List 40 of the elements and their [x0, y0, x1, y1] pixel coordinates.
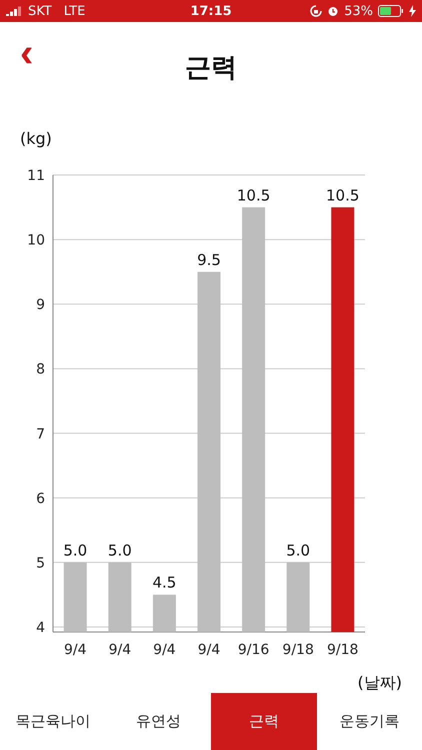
carrier-text: SKT — [28, 4, 52, 18]
y-tick-label: 6 — [36, 490, 45, 507]
y-tick-label: 8 — [36, 362, 45, 378]
value-label: 10.5 — [236, 186, 270, 204]
rotation-lock-icon — [310, 5, 322, 17]
y-axis-title: (kg) — [20, 129, 52, 148]
value-label: 9.5 — [197, 250, 221, 269]
y-tick-label: 5 — [36, 555, 45, 572]
bar — [108, 562, 132, 632]
signal-icon — [6, 6, 22, 16]
bar — [152, 594, 176, 632]
y-tick-label: 7 — [36, 426, 45, 442]
value-label: 4.5 — [152, 574, 176, 592]
tab[interactable]: 근력 — [211, 693, 316, 750]
y-tick-label: 4 — [36, 620, 45, 636]
battery-percent: 53% — [344, 4, 374, 18]
clock-text: 17:15 — [190, 4, 232, 18]
back-button[interactable]: ‹ — [14, 38, 40, 68]
x-tick-label: 9/4 — [64, 642, 87, 658]
x-tick-label: 9/18 — [327, 642, 358, 658]
value-label: 10.5 — [326, 186, 360, 204]
value-label: 5.0 — [108, 541, 132, 560]
bar — [286, 562, 310, 632]
x-axis-title: (날짜) — [358, 673, 402, 692]
x-tick-label: 9/4 — [198, 642, 220, 658]
x-tick-label: 9/18 — [282, 642, 314, 658]
y-tick-label: 10 — [27, 232, 45, 249]
y-tick-label: 11 — [27, 168, 45, 184]
charging-icon — [409, 5, 416, 17]
value-label: 5.0 — [286, 541, 310, 560]
y-tick-label: 9 — [36, 297, 45, 314]
alarm-icon — [327, 5, 340, 17]
value-label: 5.0 — [63, 541, 88, 560]
x-tick-label: 9/4 — [153, 642, 176, 658]
bar — [64, 562, 87, 632]
page-title: 근력 — [185, 52, 237, 85]
network-text: LTE — [64, 4, 86, 18]
x-tick-label: 9/16 — [238, 642, 270, 658]
x-tick-label: 9/4 — [108, 642, 132, 658]
battery-icon — [378, 5, 404, 17]
